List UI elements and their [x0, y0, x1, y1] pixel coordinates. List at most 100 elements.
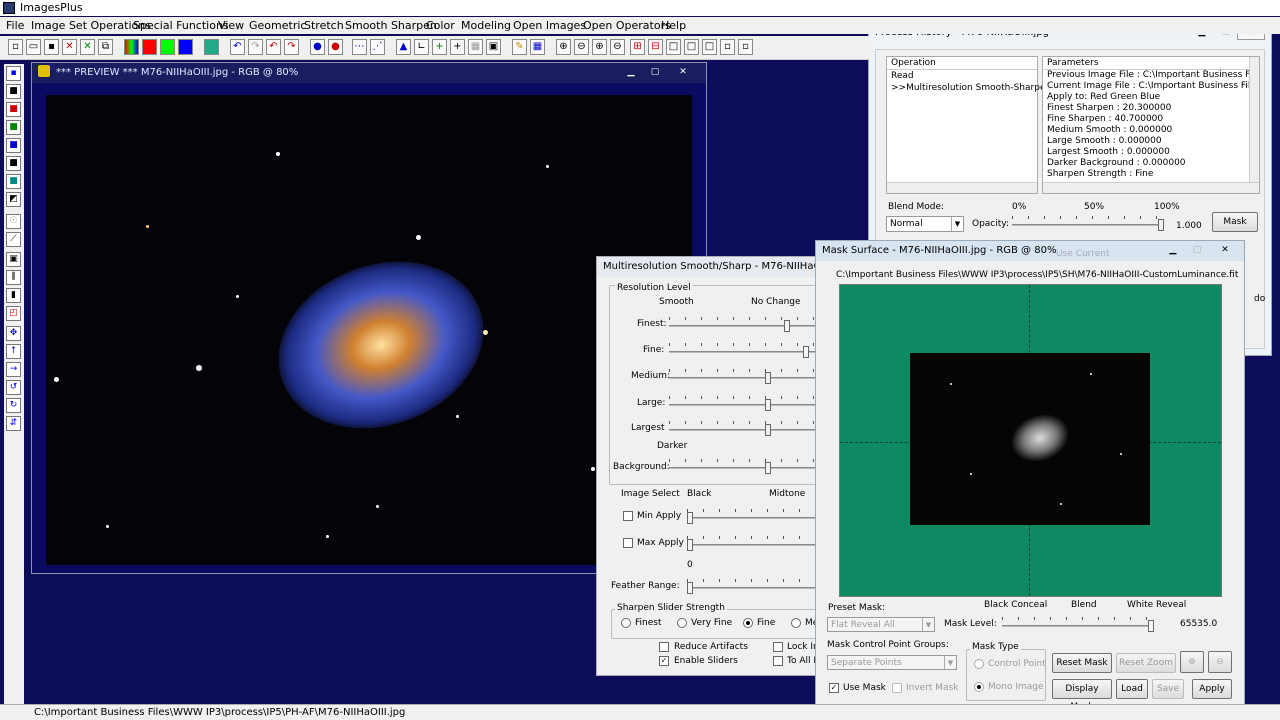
menu-special-functions[interactable]: Special Functions — [133, 17, 229, 34]
parameter-list[interactable]: Parameters Previous Image File : C:\Impo… — [1042, 56, 1260, 194]
reset-mask-button[interactable]: Reset Mask — [1052, 653, 1112, 673]
fine-slider[interactable] — [669, 343, 829, 358]
crosshair-icon[interactable]: + — [432, 39, 447, 55]
medium-slider[interactable] — [669, 369, 829, 384]
save-icon[interactable]: ▪ — [44, 39, 59, 55]
mask-canvas[interactable] — [839, 284, 1222, 597]
mask-close-button[interactable]: ✕ — [1214, 244, 1236, 258]
matrix-icon[interactable]: ▦ — [530, 39, 545, 55]
record-icon[interactable]: ● — [310, 39, 325, 55]
slider-thumb[interactable] — [687, 512, 693, 524]
minimize-button[interactable]: ▁ — [620, 66, 642, 80]
display-mask-button[interactable]: Display Mask — [1052, 679, 1112, 712]
arrow-up-icon[interactable]: ↑ — [6, 344, 21, 359]
operation-item[interactable]: Read — [891, 71, 914, 81]
stop-record-icon[interactable]: ● — [328, 39, 343, 55]
rotate-right-icon[interactable]: ↻ — [6, 398, 21, 413]
points-icon[interactable]: ⋯ — [352, 39, 367, 55]
close-button[interactable]: ✕ — [672, 66, 694, 80]
zoom-in-icon[interactable]: ⊕ — [556, 39, 571, 55]
use-mask-checkbox[interactable]: ✓ — [829, 683, 839, 693]
region-tool-icon[interactable]: ◰ — [6, 306, 21, 321]
undo-icon[interactable]: ↶ — [230, 39, 245, 55]
green-layer-icon[interactable]: ■ — [6, 120, 21, 135]
max-apply-checkbox[interactable] — [623, 538, 633, 548]
select-tool-icon[interactable]: ▣ — [6, 252, 21, 267]
red-channel-icon[interactable] — [142, 39, 157, 55]
menu-view[interactable]: View — [218, 17, 244, 34]
flip-icon[interactable]: ⇵ — [6, 416, 21, 431]
menu-modeling[interactable]: Modeling — [461, 17, 511, 34]
control-point-radio[interactable] — [974, 659, 984, 669]
arrow-right-icon[interactable]: → — [6, 362, 21, 377]
mask-maximize-button[interactable]: ▢ — [1186, 244, 1208, 258]
undo-all-icon[interactable]: ↶ — [266, 39, 281, 55]
green-channel-icon[interactable] — [160, 39, 175, 55]
mask-minimize-button[interactable]: ▁ — [1162, 244, 1184, 258]
background-slider[interactable] — [669, 459, 829, 474]
frame-2-icon[interactable]: □ — [684, 39, 699, 55]
lock-in-checkbox[interactable] — [773, 642, 783, 652]
slider-thumb[interactable] — [1148, 620, 1154, 632]
menu-geometric[interactable]: Geometric — [249, 17, 306, 34]
menu-stretch[interactable]: Stretch — [304, 17, 344, 34]
menu-file[interactable]: File — [6, 17, 24, 34]
operation-item[interactable]: >>Multiresolution Smooth-Sharpen — [891, 83, 1051, 93]
slider-thumb[interactable] — [765, 424, 771, 436]
open-folder-icon[interactable]: ▭ — [26, 39, 41, 55]
preset-mask-select[interactable]: Flat Reveal All ▼ — [827, 617, 935, 632]
black-bar-icon[interactable]: ▮ — [6, 288, 21, 303]
mask-level-slider[interactable] — [1002, 617, 1154, 632]
frame-3-icon[interactable]: □ — [702, 39, 717, 55]
slider-thumb[interactable] — [687, 582, 693, 594]
menu-open-operators[interactable]: Open Operators — [583, 17, 671, 34]
enable-sliders-checkbox[interactable]: ✓ — [659, 656, 669, 666]
point-select-icon[interactable]: ⋰ — [370, 39, 385, 55]
rgb-icon[interactable] — [124, 39, 139, 55]
reduce-artifacts-checkbox[interactable] — [659, 642, 669, 652]
axis-icon[interactable]: ∟ — [414, 39, 429, 55]
mono-layer-icon[interactable]: ■ — [6, 156, 21, 171]
blend-mode-select[interactable]: Normal ▼ — [886, 216, 964, 232]
slider-thumb[interactable] — [687, 539, 693, 551]
new-file-icon[interactable]: ▫ — [8, 39, 23, 55]
menu-open-images[interactable]: Open Images — [513, 17, 586, 34]
black-icon[interactable]: ■ — [6, 84, 21, 99]
slider-thumb[interactable] — [765, 462, 771, 474]
frame-5-icon[interactable]: ▫ — [738, 39, 753, 55]
min-apply-checkbox[interactable] — [623, 511, 633, 521]
parameter-vscrollbar[interactable] — [1249, 57, 1259, 183]
zoom-fit-icon[interactable]: ⊕ — [592, 39, 607, 55]
operation-list[interactable]: Operation Read >>Multiresolution Smooth-… — [886, 56, 1051, 194]
zoom-reset-icon[interactable]: ⊖ — [610, 39, 625, 55]
line-tool-icon[interactable]: ⟋ — [6, 232, 21, 247]
gray-layer-icon[interactable]: ◩ — [6, 192, 21, 207]
strength-finest-radio[interactable] — [621, 618, 631, 628]
pencil-icon[interactable]: ✎ — [512, 39, 527, 55]
redo-all-icon[interactable]: ↷ — [284, 39, 299, 55]
parameter-hscrollbar[interactable] — [1043, 182, 1259, 193]
grid-icon[interactable] — [204, 39, 219, 55]
save-small-icon[interactable]: ▪ — [6, 66, 21, 81]
slider-thumb[interactable] — [765, 372, 771, 384]
reset-zoom-button[interactable]: Reset Zoom — [1116, 653, 1176, 673]
maximize-button[interactable]: ▢ — [644, 66, 666, 80]
remove-frame-icon[interactable]: ⊟ — [648, 39, 663, 55]
mask-button[interactable]: Mask — [1212, 212, 1258, 232]
blue-layer-icon[interactable]: ■ — [6, 138, 21, 153]
invert-mask-checkbox[interactable] — [892, 683, 902, 693]
frame-4-icon[interactable]: ▫ — [720, 39, 735, 55]
slider-thumb[interactable] — [1158, 219, 1164, 231]
largest-slider[interactable] — [669, 421, 829, 436]
frame-1-icon[interactable]: □ — [666, 39, 681, 55]
finest-slider[interactable] — [669, 317, 829, 332]
table-icon[interactable]: ▦ — [468, 39, 483, 55]
gray-tool-icon[interactable]: ☉ — [6, 214, 21, 229]
operation-scrollbar[interactable] — [887, 182, 1037, 193]
cyan-layer-icon[interactable]: ■ — [6, 174, 21, 189]
to-all-checkbox[interactable] — [773, 656, 783, 666]
bars-tool-icon[interactable]: ⫼ — [6, 270, 21, 285]
large-slider[interactable] — [669, 396, 829, 411]
copy-icon[interactable]: ⧉ — [98, 39, 113, 55]
close-icon[interactable]: ✕ — [62, 39, 77, 55]
